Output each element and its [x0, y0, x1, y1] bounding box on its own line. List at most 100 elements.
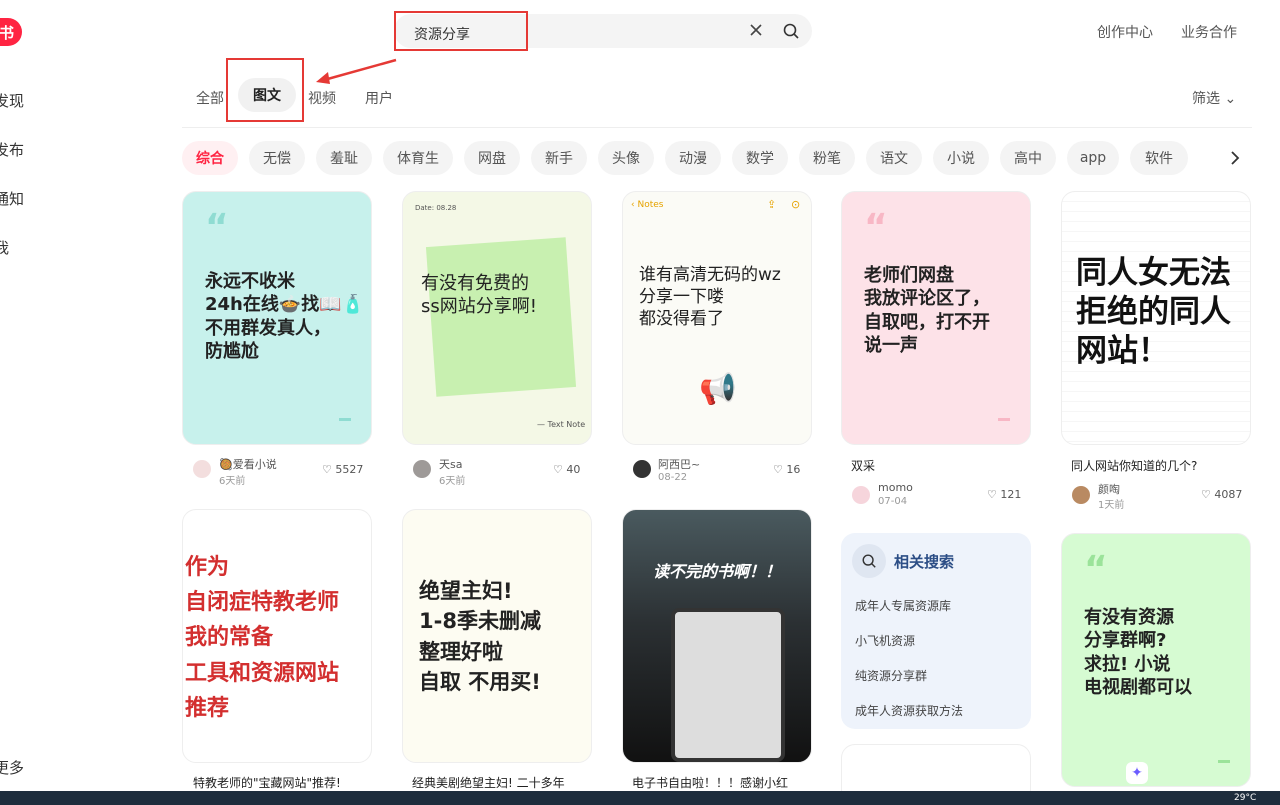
quote-icon: “: [1084, 549, 1108, 590]
search-input[interactable]: 资源分享: [414, 24, 470, 44]
like-count[interactable]: ♡ 5527: [322, 463, 363, 476]
creator-center-link[interactable]: 创作中心: [1097, 22, 1153, 42]
card-text: 有没有免费的 ss网站分享啊!: [421, 273, 537, 318]
chevron-right-icon[interactable]: [1226, 149, 1244, 167]
post-date: 07-04: [878, 496, 908, 507]
card-caption[interactable]: 双采: [851, 457, 875, 474]
logo[interactable]: 书: [0, 18, 22, 46]
note-card-cover[interactable]: “ 永远不收米 24h在线🍲找📖🧴 不用群发真人， 防尴尬: [182, 191, 372, 445]
card-text: 同人女无法 拒绝的同人 网站！: [1076, 255, 1231, 369]
card-text: 读不完的书啊！！: [653, 562, 782, 581]
card-text: 有没有资源 分享群啊? 求拉! 小说 电视剧都可以: [1084, 607, 1192, 699]
author-name[interactable]: momo: [878, 481, 913, 494]
card-text: 永远不收米 24h在线🍲找📖🧴 不用群发真人， 防尴尬: [205, 271, 365, 363]
avatar[interactable]: [1072, 486, 1090, 504]
tab-users[interactable]: 用户: [365, 88, 393, 108]
card-text: 谁有高清无码的wz 分享一下喽 都没得看了: [639, 265, 781, 330]
quote-icon: “: [864, 207, 888, 248]
post-date: 6天前: [439, 476, 466, 487]
post-date: 08-22: [658, 472, 688, 483]
filter-button[interactable]: 筛选 ⌄: [1192, 88, 1236, 108]
sidebar-item-notifications[interactable]: 通知: [0, 188, 24, 209]
chip[interactable]: 体育生: [383, 141, 453, 175]
avatar[interactable]: [633, 460, 651, 478]
author-name[interactable]: 天sa: [439, 456, 462, 472]
card-caption[interactable]: 电子书自由啦！！！感谢小红: [632, 774, 788, 791]
chip[interactable]: 小说: [933, 141, 989, 175]
like-count[interactable]: ♡ 16: [773, 463, 800, 476]
note-card-cover[interactable]: 同人女无法 拒绝的同人 网站！: [1061, 191, 1251, 445]
heart-icon: ♡: [987, 488, 997, 501]
heart-icon: ♡: [773, 463, 783, 476]
heart-icon: ♡: [322, 463, 332, 476]
sidebar-item-me[interactable]: 我: [0, 237, 9, 258]
chip[interactable]: 无偿: [249, 141, 305, 175]
chip[interactable]: 网盘: [464, 141, 520, 175]
note-card-cover[interactable]: “ 老师们网盘 我放评论区了， 自取吧，打不开 说一声: [841, 191, 1031, 445]
quote-icon: “: [205, 207, 229, 248]
note-card-cover[interactable]: 作为 自闭症特教老师 我的常备 工具和资源网站 推荐: [182, 509, 372, 763]
like-count[interactable]: ♡ 4087: [1201, 488, 1242, 501]
weather-label: 29°C: [1234, 793, 1257, 803]
avatar[interactable]: [193, 460, 211, 478]
chip[interactable]: app: [1067, 141, 1119, 175]
related-title: 相关搜索: [894, 553, 955, 571]
notes-back-label: ‹ Notes: [631, 200, 664, 210]
related-search-item[interactable]: 纯资源分享群: [855, 667, 927, 684]
note-card-cover[interactable]: Date: 08.28 有没有免费的 ss网站分享啊! — Text Note: [402, 191, 592, 445]
avatar[interactable]: [413, 460, 431, 478]
related-search-item[interactable]: 小飞机资源: [855, 632, 915, 649]
search-icon[interactable]: [782, 22, 800, 40]
divider: [182, 127, 1252, 128]
chip-comprehensive[interactable]: 综合: [182, 141, 238, 175]
author-name[interactable]: 阿西巴~: [658, 456, 700, 472]
chip[interactable]: 粉笔: [799, 141, 855, 175]
ai-assistant-icon[interactable]: ✦: [1126, 762, 1148, 784]
chip[interactable]: 高中: [1000, 141, 1056, 175]
more-icon: ⊙: [791, 198, 801, 211]
business-link[interactable]: 业务合作: [1181, 22, 1237, 42]
note-card-cover[interactable]: ‹ Notes ⇪ ⊙ 谁有高清无码的wz 分享一下喽 都没得看了 📢: [622, 191, 812, 445]
chip[interactable]: 羞耻: [316, 141, 372, 175]
chip[interactable]: 数学: [732, 141, 788, 175]
dash: [339, 418, 351, 421]
tablet-image: [671, 608, 785, 762]
card-text: 绝望主妇! 1-8季未删减 整理好啦 自取 不用买!: [419, 579, 541, 695]
like-count[interactable]: ♡ 121: [987, 488, 1021, 501]
share-icon: ⇪: [767, 198, 777, 211]
related-search-item[interactable]: 成年人专属资源库: [855, 597, 951, 614]
chip[interactable]: 软件: [1130, 141, 1188, 175]
post-date: 1天前: [1098, 500, 1125, 511]
card-caption[interactable]: 特教老师的"宝藏网站"推荐!: [193, 774, 341, 791]
tab-video[interactable]: 视频: [308, 88, 336, 108]
sidebar-item-more[interactable]: 更多: [0, 757, 24, 778]
taskbar: [0, 791, 1280, 805]
chip[interactable]: 头像: [598, 141, 654, 175]
note-card-cover[interactable]: “ 有没有资源 分享群啊? 求拉! 小说 电视剧都可以 ✦: [1061, 533, 1251, 787]
chevron-down-icon: ⌄: [1224, 91, 1237, 107]
card-caption[interactable]: 经典美剧绝望主妇! 二十多年: [412, 774, 565, 791]
annotation-highlight-tab: [226, 58, 304, 122]
sidebar-item-publish[interactable]: 发布: [0, 139, 24, 160]
chip[interactable]: 语文: [866, 141, 922, 175]
note-card-cover[interactable]: 绝望主妇! 1-8季未删减 整理好啦 自取 不用买!: [402, 509, 592, 763]
avatar[interactable]: [852, 486, 870, 504]
heart-icon: ♡: [553, 463, 563, 476]
annotation-arrow: [316, 58, 397, 84]
author-name[interactable]: 🥘爱看小说: [219, 456, 277, 472]
like-count[interactable]: ♡ 40: [553, 463, 580, 476]
card-caption[interactable]: 同人网站你知道的几个?: [1071, 457, 1197, 474]
author-name[interactable]: 颜啕: [1098, 481, 1120, 497]
post-date: 6天前: [219, 476, 246, 487]
search-icon: [852, 544, 886, 578]
note-card-cover[interactable]: 读不完的书啊！！: [622, 509, 812, 763]
sidebar-item-discover[interactable]: 发现: [0, 90, 24, 111]
chip[interactable]: 动漫: [665, 141, 721, 175]
card-text: 老师们网盘 我放评论区了， 自取吧，打不开 说一声: [864, 265, 990, 357]
tab-all[interactable]: 全部: [196, 88, 224, 108]
chip[interactable]: 新手: [531, 141, 587, 175]
related-search-item[interactable]: 成年人资源获取方法: [855, 702, 963, 719]
clear-icon[interactable]: [748, 22, 764, 38]
megaphone-icon: 📢: [699, 372, 737, 407]
date-note: Date: 08.28: [415, 204, 457, 212]
